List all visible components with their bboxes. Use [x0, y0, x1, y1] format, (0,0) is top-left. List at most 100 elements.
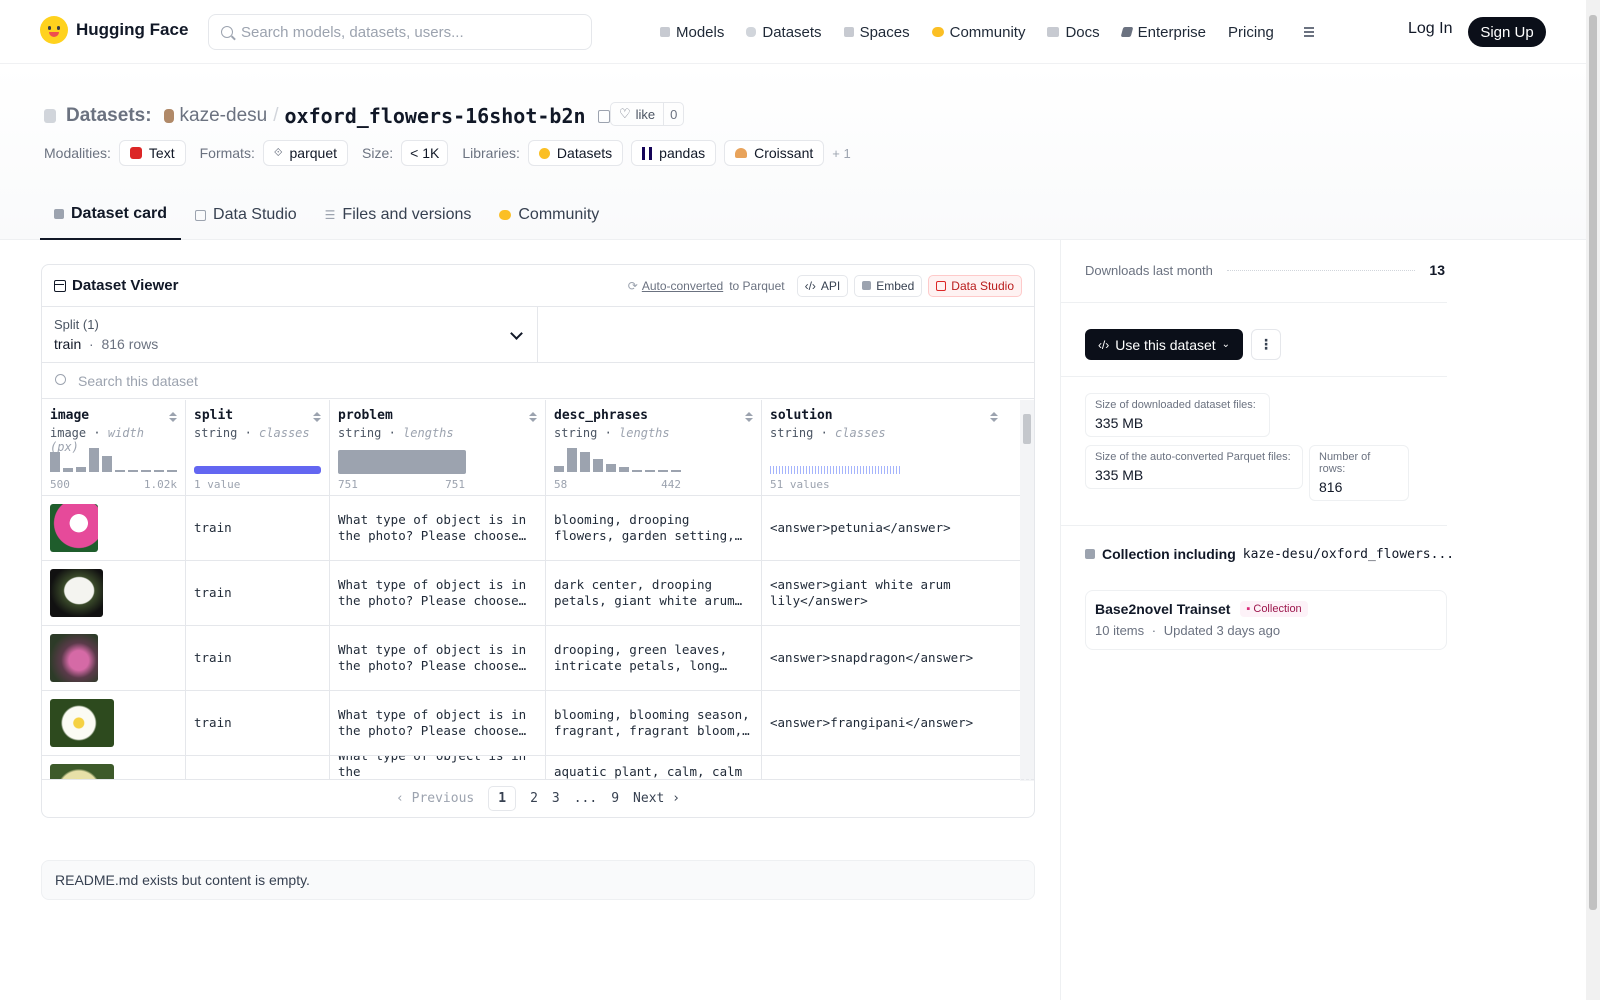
page-9[interactable]: 9: [611, 791, 619, 806]
collection-title[interactable]: Base2novel Trainset: [1095, 601, 1230, 617]
tab-data-studio[interactable]: Data Studio: [181, 190, 311, 240]
pagination-next[interactable]: Next ›: [633, 791, 680, 806]
table-row[interactable]: train What type of object is in the phot…: [42, 691, 1020, 756]
dataset-search-input[interactable]: Search this dataset: [42, 363, 1034, 399]
col-desc-min: 58: [554, 478, 568, 491]
col-image[interactable]: image image · width (px) 500 1.02k: [42, 400, 186, 495]
cell-image[interactable]: [42, 561, 186, 625]
cell-solution[interactable]: <answer>snapdragon</answer>: [762, 626, 1006, 690]
cell-split[interactable]: train: [186, 626, 330, 690]
cell-split[interactable]: train: [186, 561, 330, 625]
tab-files[interactable]: ☰ Files and versions: [311, 190, 486, 240]
nav-spaces[interactable]: Spaces: [843, 24, 910, 41]
cell-problem[interactable]: What type of object is in the photo? Ple…: [330, 496, 546, 560]
cell-problem[interactable]: What type of object is in the: [330, 756, 546, 779]
table-row[interactable]: train What type of object is in the phot…: [42, 496, 1020, 561]
col-split[interactable]: split string · classes 1 value: [186, 400, 330, 495]
table-row[interactable]: train What type of object is in the phot…: [42, 561, 1020, 626]
global-search-input[interactable]: Search models, datasets, users...: [208, 14, 592, 50]
nav-enterprise[interactable]: Enterprise: [1120, 24, 1206, 41]
col-solution[interactable]: solution string · classes 51 values: [762, 400, 1006, 495]
cell-problem-text: What type of object is in the photo? Ple…: [338, 707, 527, 738]
cell-desc[interactable]: blooming, blooming season, fragrant, fra…: [546, 691, 762, 755]
top-navbar: Hugging Face Search models, datasets, us…: [0, 0, 1586, 64]
like-button[interactable]: ♡ like 0: [610, 102, 685, 126]
page-scrollbar[interactable]: [1586, 0, 1600, 1000]
nav-more-menu[interactable]: [1296, 26, 1314, 38]
login-link[interactable]: Log In: [1408, 20, 1452, 38]
pandas-icon: [642, 146, 653, 160]
flower-thumbnail[interactable]: [50, 504, 98, 552]
brand-logo[interactable]: Hugging Face: [40, 16, 188, 44]
page-1[interactable]: 1: [488, 786, 517, 811]
tab-community[interactable]: Community: [485, 190, 613, 240]
sort-icon[interactable]: [990, 412, 998, 422]
cell-problem[interactable]: What type of object is in the photo? Ple…: [330, 561, 546, 625]
nav-docs[interactable]: Docs: [1047, 24, 1100, 41]
nav-models[interactable]: Models: [660, 24, 724, 41]
tag-pandas[interactable]: pandas: [631, 140, 717, 166]
page-scrollbar-thumb[interactable]: [1589, 15, 1597, 910]
cell-solution[interactable]: <answer>giant white arum lily</answer>: [762, 561, 1006, 625]
cell-split[interactable]: train: [186, 496, 330, 560]
cell-desc[interactable]: dark center, drooping petals, giant whit…: [546, 561, 762, 625]
nav-community[interactable]: Community: [931, 24, 1025, 41]
copy-icon[interactable]: [597, 109, 610, 123]
tag-size[interactable]: < 1K: [401, 140, 449, 166]
tag-datasets[interactable]: Datasets: [527, 140, 624, 166]
cell-problem[interactable]: What type of object is in the photo? Ple…: [330, 626, 546, 690]
embed-button[interactable]: Embed: [854, 274, 923, 297]
table-scrollbar-thumb[interactable]: [1023, 414, 1031, 444]
tag-croissant[interactable]: Croissant: [724, 140, 825, 166]
cell-image[interactable]: [42, 626, 186, 690]
use-this-dataset-button[interactable]: ‹/› Use this dataset ⌄: [1085, 329, 1243, 360]
nav-datasets[interactable]: Datasets: [746, 24, 822, 41]
breadcrumb-owner[interactable]: kaze-desu: [180, 105, 268, 127]
breadcrumb-kind[interactable]: Datasets:: [66, 105, 152, 127]
repo-name[interactable]: oxford_flowers-16shot-b2n: [285, 104, 586, 128]
tag-parquet[interactable]: ⟐ parquet: [262, 140, 348, 166]
more-options-button[interactable]: ⋮: [1251, 329, 1281, 360]
cell-solution[interactable]: [762, 756, 1006, 779]
cell-split[interactable]: [186, 756, 330, 779]
stat-downloaded-size: Size of downloaded dataset files: 335 MB: [1085, 393, 1270, 437]
page-3[interactable]: 3: [552, 791, 560, 806]
cell-desc[interactable]: aquatic plant, calm, calm: [546, 756, 762, 779]
auto-converted-link[interactable]: Auto-converted: [642, 279, 723, 293]
table-header: image image · width (px) 500 1.02k split …: [42, 400, 1020, 496]
cell-split[interactable]: train: [186, 691, 330, 755]
cell-desc[interactable]: drooping, green leaves, intricate petals…: [546, 626, 762, 690]
cell-problem[interactable]: What type of object is in the photo? Ple…: [330, 691, 546, 755]
nav-pricing[interactable]: Pricing: [1228, 24, 1274, 41]
flower-thumbnail[interactable]: [50, 634, 98, 682]
table-row[interactable]: train What type of object is in the phot…: [42, 626, 1020, 691]
cell-desc[interactable]: blooming, drooping flowers, garden setti…: [546, 496, 762, 560]
sort-icon[interactable]: [529, 412, 537, 422]
flower-thumbnail[interactable]: [50, 569, 103, 617]
col-problem[interactable]: problem string · lengths 751 751: [330, 400, 546, 495]
page-2[interactable]: 2: [530, 791, 538, 806]
cell-solution[interactable]: <answer>petunia</answer>: [762, 496, 1006, 560]
api-button[interactable]: ‹/› API: [796, 274, 849, 297]
table-scrollbar[interactable]: [1020, 400, 1034, 781]
collection-card[interactable]: Base2novel Trainset ▪ Collection 10 item…: [1085, 590, 1447, 650]
flower-thumbnail[interactable]: [50, 764, 114, 779]
breadcrumb-separator: /: [273, 105, 279, 126]
col-desc-phrases[interactable]: desc_phrases string · lengths 58 442: [546, 400, 762, 495]
cell-image[interactable]: [42, 496, 186, 560]
tab-dataset-card[interactable]: Dataset card: [40, 190, 182, 240]
tag-text[interactable]: Text: [118, 140, 186, 166]
pagination-prev[interactable]: ‹ Previous: [396, 791, 474, 806]
table-row[interactable]: What type of object is in the aquatic pl…: [42, 756, 1020, 780]
tags-more[interactable]: + 1: [832, 146, 850, 161]
data-studio-button[interactable]: Data Studio: [928, 274, 1022, 297]
sort-icon[interactable]: [169, 412, 177, 422]
split-selector[interactable]: Split (1) train · 816 rows: [42, 307, 538, 362]
signup-button[interactable]: Sign Up: [1468, 17, 1546, 47]
cell-image[interactable]: [42, 756, 186, 779]
cell-solution[interactable]: <answer>frangipani</answer>: [762, 691, 1006, 755]
sort-icon[interactable]: [313, 412, 321, 422]
cell-image[interactable]: [42, 691, 186, 755]
sort-icon[interactable]: [745, 412, 753, 422]
flower-thumbnail[interactable]: [50, 699, 114, 747]
